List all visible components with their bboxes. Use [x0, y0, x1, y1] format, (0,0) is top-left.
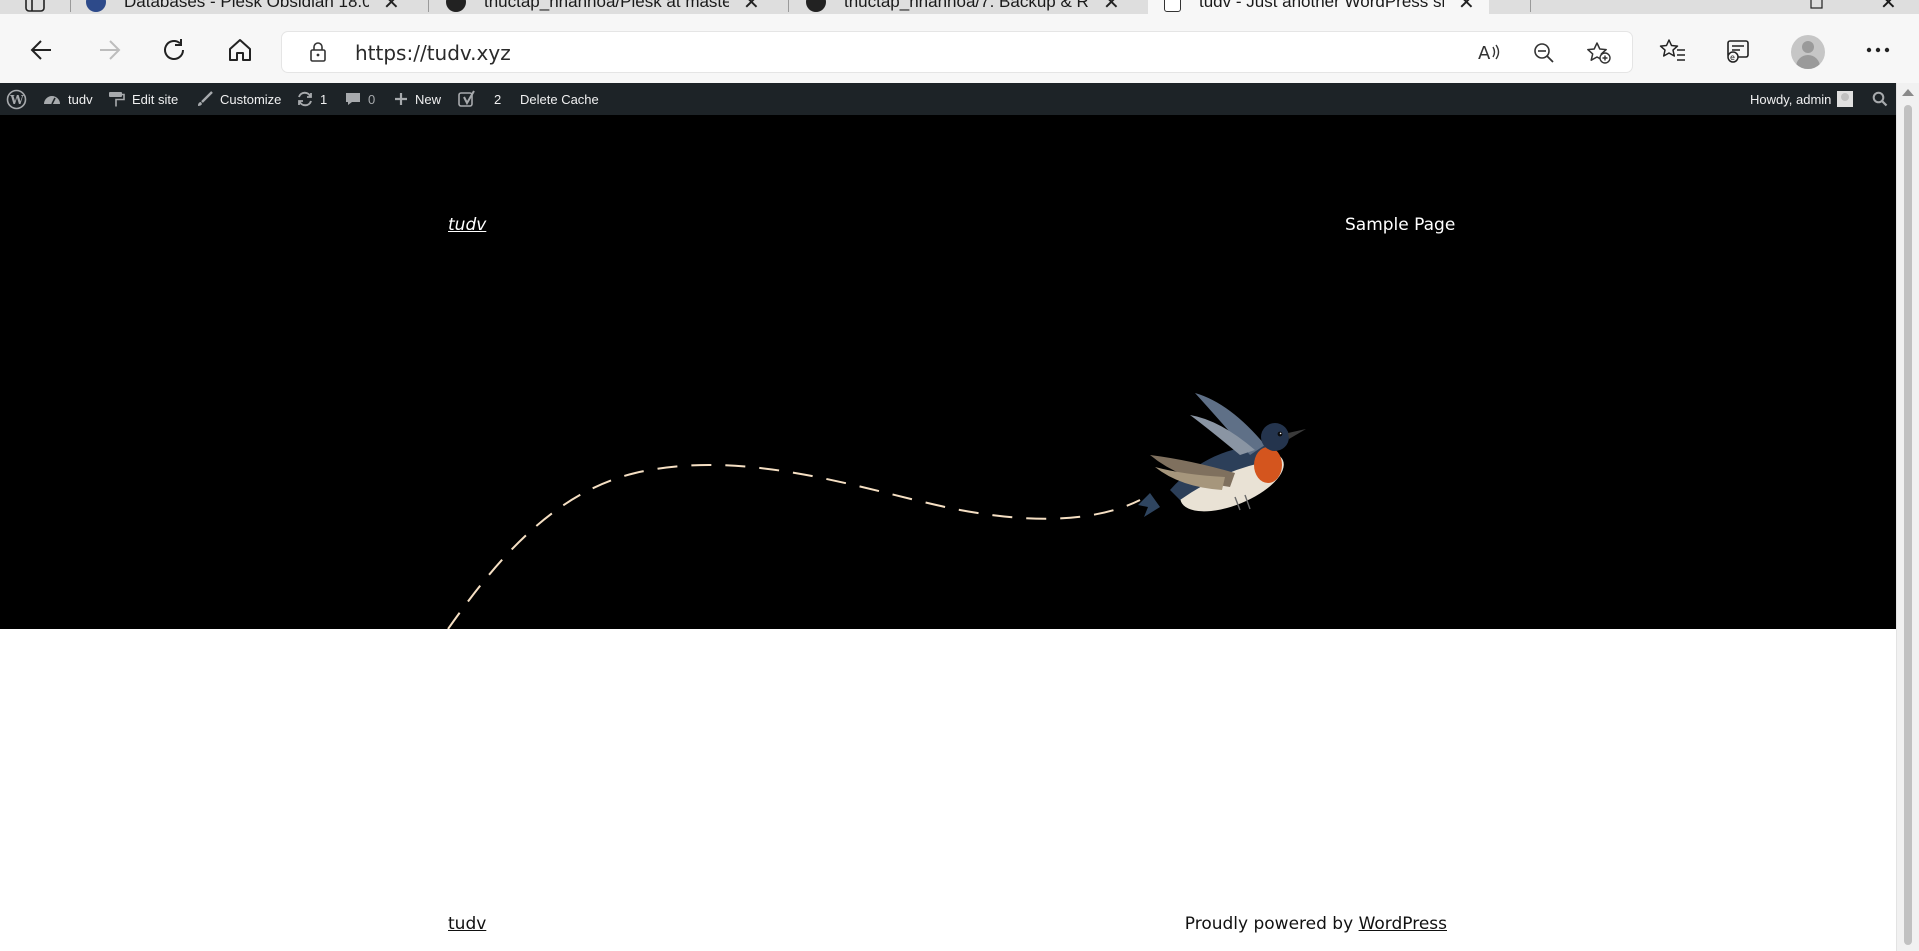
site-name-label: tudv: [68, 91, 93, 107]
admin-bar-updates[interactable]: 1: [296, 83, 327, 115]
more-icon: [1866, 47, 1890, 53]
wp-admin-bar: W tudv Edit site Customize 1 0 New 2 Del…: [0, 83, 1896, 115]
customize-label: Customize: [220, 91, 282, 107]
profile-avatar[interactable]: [1791, 35, 1825, 69]
admin-bar-search[interactable]: [1872, 83, 1894, 115]
github-icon: [446, 0, 466, 12]
forward-button[interactable]: [93, 34, 125, 66]
wordpress-icon: W: [6, 89, 27, 109]
close-icon[interactable]: ✕: [1458, 0, 1475, 14]
plus-icon: [395, 93, 407, 105]
arrow-left-icon: [30, 40, 51, 60]
browser-toolbar: https://tudv.xyz A e: [0, 14, 1919, 84]
admin-bar-yoast[interactable]: 2: [458, 83, 501, 115]
brush-icon: [198, 91, 213, 106]
avatar: [1837, 91, 1854, 107]
yoast-icon: [458, 90, 475, 107]
scroll-thumb[interactable]: [1904, 105, 1912, 945]
tab-title: Databases - Plesk Obsidian 18.0.: [124, 0, 369, 11]
arrow-right-icon: [100, 40, 121, 60]
back-button[interactable]: [26, 34, 58, 66]
url-text[interactable]: https://tudv.xyz: [355, 41, 511, 65]
admin-bar-comments[interactable]: 0: [344, 83, 375, 115]
admin-bar-customize[interactable]: Customize: [196, 83, 281, 115]
howdy-label: Howdy, admin: [1750, 91, 1832, 107]
site-header-hero: tudv Sample Page: [0, 115, 1896, 629]
plesk-icon: [86, 0, 106, 12]
wordpress-logo-button[interactable]: W: [6, 83, 33, 115]
footer-credit: Proudly powered by WordPress: [1185, 914, 1447, 934]
favorites-button[interactable]: [1657, 34, 1689, 66]
comment-icon: [346, 93, 360, 105]
tab-plesk-databases[interactable]: Databases - Plesk Obsidian 18.0. ✕: [86, 0, 400, 14]
github-icon: [806, 0, 826, 12]
tab-actions-button[interactable]: [24, 0, 46, 14]
close-icon[interactable]: ✕: [383, 0, 400, 14]
delete-cache-label: Delete Cache: [520, 91, 599, 107]
paint-roller-icon: [109, 92, 125, 107]
favorites-icon: [1659, 39, 1685, 61]
admin-bar-edit-site[interactable]: Edit site: [108, 83, 178, 115]
updates-icon: [298, 91, 312, 107]
dashboard-icon: [44, 96, 60, 105]
restore-icon: [1810, 0, 1823, 9]
home-button[interactable]: [224, 34, 256, 66]
tab-tudv-active[interactable]: tudv - Just another WordPress si ✕: [1148, 0, 1489, 14]
scroll-up-arrow[interactable]: [1902, 89, 1914, 96]
new-label: New: [415, 91, 442, 107]
comments-count: 0: [368, 91, 376, 107]
tab-strip: Databases - Plesk Obsidian 18.0. ✕ thuct…: [0, 0, 1919, 14]
admin-bar-site-name[interactable]: tudv: [42, 83, 93, 115]
page-icon: [1164, 0, 1181, 12]
updates-count: 1: [320, 91, 328, 107]
admin-bar-new[interactable]: New: [393, 83, 441, 115]
collections-icon: e: [1727, 40, 1749, 63]
tab-title: tudv - Just another WordPress si: [1199, 0, 1444, 11]
zoom-out-icon[interactable]: [1532, 41, 1556, 70]
wordpress-link[interactable]: WordPress: [1359, 914, 1447, 934]
read-aloud-icon[interactable]: A: [1477, 41, 1501, 68]
footer-site-title-link[interactable]: tudv: [448, 914, 486, 934]
tab-title: thuctap_nhanhoa/7. Backup & R: [844, 0, 1089, 11]
close-window-button[interactable]: ✕: [1880, 0, 1897, 14]
close-icon[interactable]: ✕: [743, 0, 760, 14]
lock-icon[interactable]: [308, 41, 328, 68]
home-icon: [229, 39, 251, 61]
tab-github-backup[interactable]: thuctap_nhanhoa/7. Backup & R ✕: [806, 0, 1120, 14]
close-icon[interactable]: ✕: [1103, 0, 1120, 14]
close-icon: ✕: [1880, 0, 1897, 14]
tab-title: thuctap_nhanhoa/Plesk at maste: [484, 0, 729, 11]
admin-bar-my-account[interactable]: Howdy, admin: [1750, 83, 1854, 115]
edit-site-label: Edit site: [132, 91, 179, 107]
svg-text:e: e: [1730, 53, 1735, 62]
yoast-count: 2: [494, 91, 502, 107]
flight-path-line: [447, 463, 1141, 629]
restore-window-button[interactable]: [1810, 0, 1826, 14]
add-favorite-icon[interactable]: [1586, 41, 1612, 70]
search-icon: [1872, 91, 1888, 107]
tab-actions-icon: [25, 0, 45, 12]
svg-text:W: W: [9, 93, 24, 107]
settings-more-button[interactable]: [1862, 34, 1894, 66]
page-scrollbar[interactable]: [1896, 83, 1919, 951]
refresh-button[interactable]: [158, 34, 190, 66]
bird-illustration: [1138, 393, 1306, 517]
collections-button[interactable]: e: [1722, 34, 1754, 66]
flight-illustration: [447, 393, 1306, 629]
tab-github-plesk[interactable]: thuctap_nhanhoa/Plesk at maste ✕: [446, 0, 760, 14]
refresh-icon: [164, 39, 184, 60]
admin-bar-delete-cache[interactable]: Delete Cache: [520, 83, 599, 115]
credit-prefix: Proudly powered by: [1184, 914, 1359, 934]
svg-text:A: A: [1478, 43, 1491, 63]
address-bar[interactable]: https://tudv.xyz A: [282, 32, 1632, 72]
